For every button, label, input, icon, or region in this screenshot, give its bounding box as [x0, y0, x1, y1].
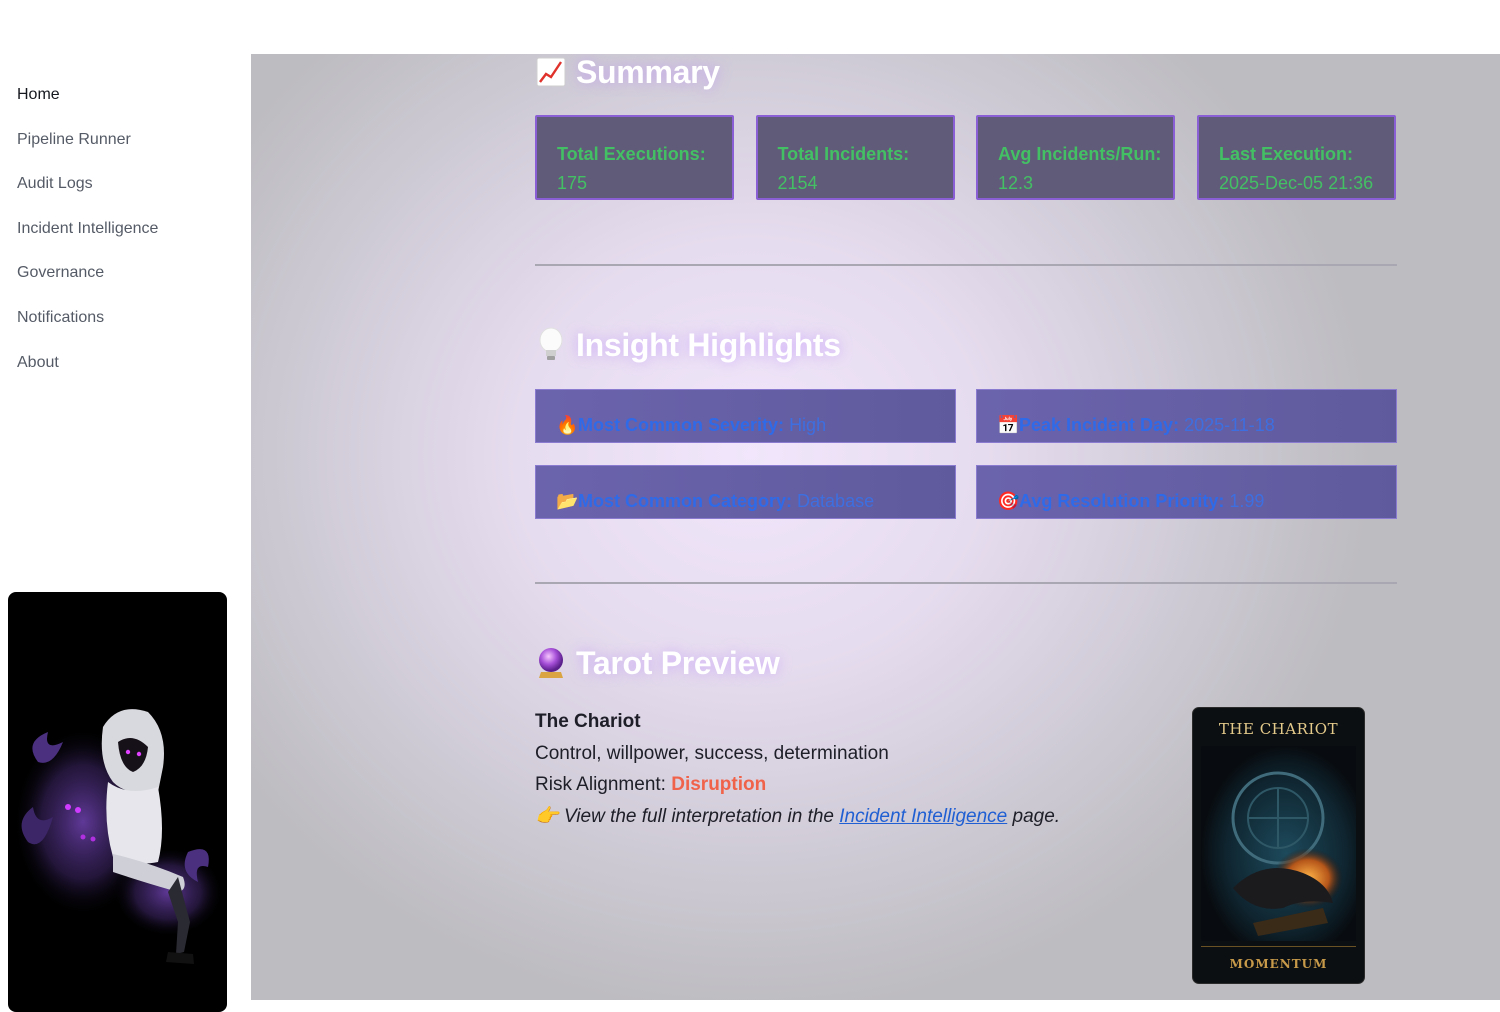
insight-highlights-heading: Insight Highlights — [535, 325, 841, 365]
insight-value: Database — [797, 491, 875, 511]
risk-alignment-value: Disruption — [671, 774, 767, 795]
tarot-preview-heading: Tarot Preview — [535, 643, 780, 683]
tarot-card-image: THE CHARIOT MOMENTUM — [1192, 707, 1365, 984]
summary-heading: Summary — [535, 54, 720, 92]
metric-card-total-executions: Total Executions: 175 — [535, 115, 734, 200]
insight-card-peak-day: 📅Peak Incident Day: 2025-11-18 — [976, 389, 1397, 443]
insight-key: Peak Incident Day: — [1019, 415, 1180, 435]
sidebar-item-home[interactable]: Home — [17, 80, 158, 125]
tarot-card-title: THE CHARIOT — [1218, 720, 1339, 738]
sidebar-hooded-figure-image — [8, 592, 227, 1012]
metric-value: 12.3 — [998, 173, 1034, 193]
sidebar-item-pipeline-runner[interactable]: Pipeline Runner — [17, 125, 158, 170]
section-divider — [535, 264, 1397, 266]
insight-value: High — [789, 415, 827, 435]
summary-title: Summary — [576, 54, 720, 90]
folder-icon: 📂 — [556, 491, 579, 511]
interpretation-note: 👉 View the full interpretation in the In… — [535, 801, 1060, 833]
insight-card-category: 📂Most Common Category: Database — [535, 465, 956, 519]
chart-increasing-icon — [535, 54, 567, 90]
metric-label: Last Execution: — [1219, 144, 1354, 164]
sidebar: Home Pipeline Runner Audit Logs Incident… — [0, 0, 251, 1012]
sidebar-item-notifications[interactable]: Notifications — [17, 303, 158, 348]
risk-alignment-label: Risk Alignment: — [535, 774, 666, 795]
main-content: Summary Total Executions: 175 Total Inci… — [251, 54, 1500, 1000]
metric-value: 175 — [557, 173, 588, 193]
sidebar-item-incident-intelligence[interactable]: Incident Intelligence — [17, 214, 158, 259]
sidebar-item-about[interactable]: About — [17, 348, 158, 393]
insight-value: 2025-11-18 — [1184, 415, 1275, 435]
insight-card-severity: 🔥Most Common Severity: High — [535, 389, 956, 443]
insight-highlights-title: Insight Highlights — [576, 326, 841, 363]
metric-value: 2154 — [777, 173, 818, 193]
insight-key: Avg Resolution Priority: — [1019, 491, 1225, 511]
metric-card-total-incidents: Total Incidents: 2154 — [755, 115, 955, 200]
sidebar-item-governance[interactable]: Governance — [17, 258, 158, 303]
note-suffix: page. — [1012, 805, 1061, 827]
insight-key: Most Common Category: — [578, 491, 793, 511]
calendar-icon: 📅 — [997, 415, 1020, 435]
risk-alignment-line: Risk Alignment: Disruption — [535, 769, 1060, 801]
metric-label: Total Executions: — [557, 144, 706, 164]
tarot-card-footer: MOMENTUM — [1229, 957, 1328, 971]
section-divider — [535, 582, 1397, 584]
target-icon: 🎯 — [997, 491, 1020, 511]
fire-icon: 🔥 — [556, 415, 579, 435]
metric-label: Avg Incidents/Run: — [998, 144, 1162, 164]
crystal-ball-icon — [535, 645, 567, 681]
tarot-details: The Chariot Control, willpower, success,… — [535, 706, 1060, 832]
sidebar-nav: Home Pipeline Runner Audit Logs Incident… — [17, 80, 158, 392]
tarot-preview-title: Tarot Preview — [576, 644, 780, 681]
insight-value: 1.99 — [1229, 491, 1265, 511]
insight-key: Most Common Severity: — [578, 415, 785, 435]
note-prefix: View the full interpretation in the — [563, 805, 834, 827]
tarot-card-name: The Chariot — [535, 711, 641, 732]
sidebar-item-audit-logs[interactable]: Audit Logs — [17, 169, 158, 214]
incident-intelligence-link[interactable]: Incident Intelligence — [839, 806, 1007, 827]
tarot-card-meaning: Control, willpower, success, determinati… — [535, 742, 889, 764]
metric-value: 2025-Dec-05 21:36 — [1219, 173, 1374, 193]
pointing-hand-icon: 👉 — [535, 805, 559, 827]
metric-card-avg-incidents-per-run: Avg Incidents/Run: 12.3 — [976, 115, 1175, 200]
metric-card-last-execution: Last Execution: 2025-Dec-05 21:36 — [1197, 115, 1396, 200]
insight-card-resolution-priority: 🎯Avg Resolution Priority: 1.99 — [976, 465, 1397, 519]
metric-label: Total Incidents: — [777, 144, 910, 164]
light-bulb-icon — [535, 327, 567, 363]
